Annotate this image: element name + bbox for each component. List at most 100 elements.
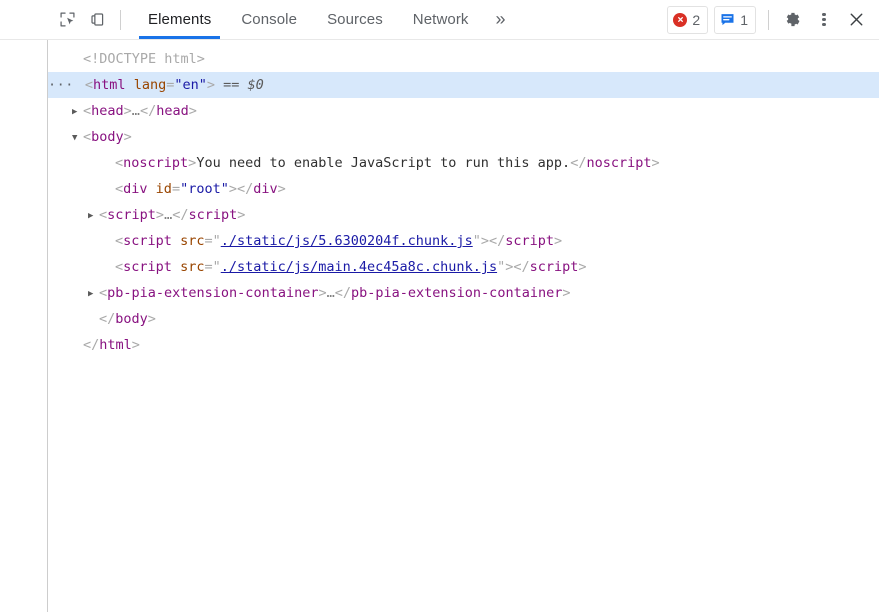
punctuation: = (171, 181, 181, 197)
error-count-badge[interactable]: 2 (667, 5, 709, 34)
attribute-name: lang (133, 77, 167, 93)
row-indent (48, 124, 72, 150)
twisty-placeholder: ▶ (88, 307, 99, 333)
punctuation: > (123, 103, 132, 119)
row-indent (48, 98, 72, 124)
row-indent (48, 176, 104, 202)
tag-name: noscript (586, 155, 652, 171)
punctuation: < (115, 233, 124, 249)
punctuation: > (206, 77, 215, 93)
collapsed-children-ellipsis: … (164, 207, 173, 223)
dom-tree-row[interactable]: ▶ <script>…</script> (48, 202, 879, 228)
dom-tree-row[interactable]: ▶<script src="./static/js/main.4ec45a8c.… (48, 254, 879, 280)
tab-console[interactable]: Console (226, 0, 312, 39)
dom-tree-row[interactable]: ▶<noscript>You need to enable JavaScript… (48, 150, 879, 176)
row-indent (48, 228, 104, 254)
resource-link[interactable]: ./static/js/main.4ec45a8c.chunk.js (221, 259, 497, 275)
error-count-label: 2 (692, 11, 701, 28)
attribute-value: "en" (174, 77, 207, 93)
resource-link[interactable]: ./static/js/5.6300204f.chunk.js (221, 233, 473, 249)
attribute-name: id (155, 181, 172, 197)
punctuation: </ (83, 337, 100, 353)
dom-tree-row[interactable]: ▶ <head>…</head> (48, 98, 879, 124)
dom-tree-row[interactable]: ···▶<html lang="en"> == $0 (48, 72, 879, 98)
collapsed-children-ellipsis: … (131, 103, 140, 119)
punctuation: </ (237, 181, 254, 197)
punctuation: < (115, 181, 124, 197)
punctuation: </ (570, 155, 587, 171)
panel-tabs: Elements Console Sources Network » (133, 0, 518, 39)
tag-name: body (115, 311, 148, 327)
punctuation: > (480, 233, 489, 249)
row-indent (48, 332, 72, 358)
punctuation: " (212, 259, 221, 275)
panel-gutter (0, 40, 48, 612)
punctuation: > (147, 311, 156, 327)
punctuation: </ (99, 311, 116, 327)
tag-name: div (123, 181, 148, 197)
dom-tree-row[interactable]: ▶</body> (48, 306, 879, 332)
tag-name: div (253, 181, 278, 197)
dom-tree-row[interactable]: ▶<!DOCTYPE html> (48, 46, 879, 72)
punctuation: " (472, 233, 481, 249)
devtools-toolbar: Elements Console Sources Network » 2 1 (0, 0, 879, 40)
row-indent (48, 306, 88, 332)
tab-elements[interactable]: Elements (133, 0, 226, 39)
dom-tree[interactable]: ▶<!DOCTYPE html>···▶<html lang="en"> == … (48, 40, 879, 612)
tag-name: noscript (123, 155, 189, 171)
dom-tree-row[interactable]: ▶<div id="root"></div> (48, 176, 879, 202)
inspect-element-icon[interactable] (52, 5, 82, 35)
punctuation: > (554, 233, 563, 249)
tag-name: script (188, 207, 238, 223)
dom-tree-row[interactable]: ▶ <pb-pia-extension-container>…</pb-pia-e… (48, 280, 879, 306)
tag-name: head (156, 103, 189, 119)
collapse-triangle-icon[interactable]: ▼ (72, 125, 83, 151)
punctuation: < (115, 155, 124, 171)
twisty-placeholder: ▶ (104, 177, 115, 203)
expand-triangle-icon[interactable]: ▶ (88, 203, 99, 229)
close-icon[interactable] (841, 5, 871, 35)
attribute-name: src (180, 233, 205, 249)
twisty-placeholder: ▶ (72, 47, 83, 73)
tab-sources[interactable]: Sources (312, 0, 398, 39)
dom-tree-row[interactable]: ▼ <body> (48, 124, 879, 150)
gear-icon[interactable] (777, 5, 807, 35)
punctuation: > (318, 285, 327, 301)
row-indent (48, 280, 88, 306)
tag-name: script (123, 233, 172, 249)
twisty-placeholder: ▶ (74, 73, 85, 99)
punctuation: < (83, 103, 92, 119)
tag-name: head (91, 103, 124, 119)
message-bubble-icon (720, 12, 735, 27)
punctuation: </ (488, 233, 506, 249)
punctuation: > (578, 259, 587, 275)
selected-node-marker: == $0 (215, 77, 264, 93)
tag-name: script (505, 233, 555, 249)
tag-name: pb-pia-extension-container (107, 285, 319, 301)
punctuation: </ (513, 259, 530, 275)
device-toolbar-icon[interactable] (82, 5, 112, 35)
toolbar-divider (120, 9, 121, 30)
dom-tree-row[interactable]: ▶<script src="./static/js/5.6300204f.chu… (48, 228, 879, 254)
collapsed-children-ellipsis: … (326, 285, 335, 301)
punctuation: > (237, 207, 246, 223)
expand-triangle-icon[interactable]: ▶ (72, 99, 83, 125)
punctuation: > (277, 181, 286, 197)
more-tabs-chevron-icon[interactable]: » (484, 0, 518, 39)
tag-name: script (529, 259, 579, 275)
punctuation: > (131, 337, 140, 353)
dom-tree-row[interactable]: ▶</html> (48, 332, 879, 358)
toolbar-divider-right (768, 9, 769, 30)
tag-name: body (91, 129, 124, 145)
twisty-placeholder: ▶ (104, 151, 115, 177)
punctuation: < (84, 77, 94, 93)
tab-network[interactable]: Network (398, 0, 484, 39)
row-indent (48, 46, 72, 72)
collapsed-ancestors-ellipsis: ··· (48, 77, 74, 93)
kebab-menu-icon[interactable] (809, 5, 839, 35)
punctuation (172, 233, 180, 249)
expand-triangle-icon[interactable]: ▶ (88, 281, 99, 307)
punctuation: > (188, 103, 197, 119)
message-count-badge[interactable]: 1 (714, 5, 756, 34)
row-indent (48, 150, 104, 176)
